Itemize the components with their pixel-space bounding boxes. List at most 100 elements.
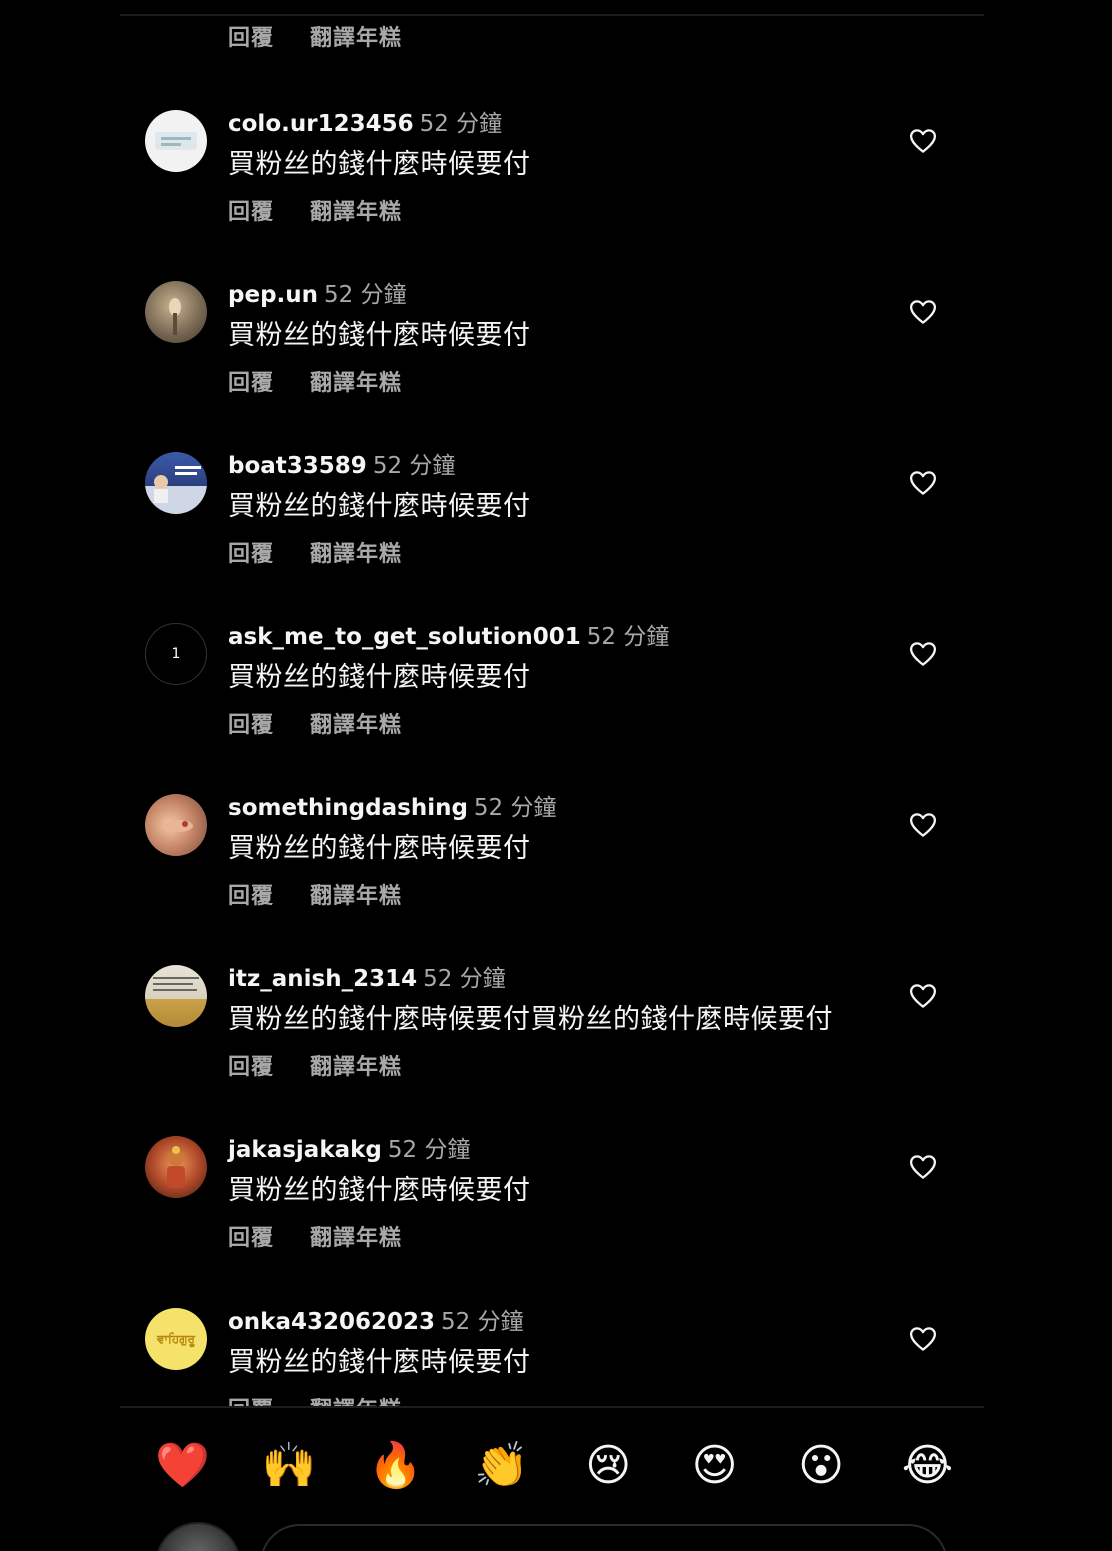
- avatar[interactable]: [145, 110, 207, 172]
- username[interactable]: pep.un: [228, 282, 318, 308]
- comment-item: 1 ask_me_to_get_solution001 52 分鐘 買粉丝的錢什麼…: [0, 623, 1112, 763]
- comment-item: boat33589 52 分鐘 買粉丝的錢什麼時候要付 回覆 翻譯年糕: [0, 452, 1112, 592]
- comment-meta: itz_anish_2314 52 分鐘: [228, 959, 506, 993]
- timestamp: 52 分鐘: [423, 966, 506, 992]
- timestamp: 52 分鐘: [387, 1137, 471, 1163]
- like-heart-icon[interactable]: [908, 810, 938, 840]
- emoji-reaction-bar: ❤️ 🙌 🔥 👏 😢 😍 😮 😂: [130, 1436, 980, 1496]
- avatar[interactable]: [145, 965, 207, 1027]
- comment-actions: 回覆 翻譯年糕: [228, 1049, 402, 1081]
- top-divider: [120, 14, 984, 16]
- translate-button[interactable]: 翻譯年糕: [310, 878, 402, 910]
- clapping-hands-emoji-button[interactable]: 👏: [449, 1436, 554, 1496]
- comment-meta: jakasjakakg 52 分鐘: [228, 1130, 470, 1164]
- avatar[interactable]: [145, 794, 207, 856]
- comment-meta: colo.ur123456 52 分鐘: [228, 104, 502, 138]
- reply-button[interactable]: 回覆: [228, 194, 274, 226]
- username[interactable]: jakasjakakg: [228, 1137, 382, 1163]
- comment-text: 買粉丝的錢什麼時候要付: [228, 662, 531, 693]
- comment-item: pep.un 52 分鐘 買粉丝的錢什麼時候要付 回覆 翻譯年糕: [0, 281, 1112, 421]
- translate-button[interactable]: 翻譯年糕: [310, 20, 402, 52]
- avatar[interactable]: [145, 1136, 207, 1198]
- username[interactable]: somethingdashing: [228, 795, 468, 821]
- comment-actions: 回覆 翻譯年糕: [228, 536, 402, 568]
- comment-text: 買粉丝的錢什麼時候要付: [228, 833, 531, 864]
- current-user-avatar: [155, 1522, 241, 1551]
- translate-button[interactable]: 翻譯年糕: [310, 194, 402, 226]
- heart-eyes-emoji-button[interactable]: 😍: [662, 1436, 767, 1496]
- timestamp: 52 分鐘: [473, 795, 557, 821]
- comments-screen: 回覆 翻譯年糕 colo.ur123456 52 分鐘 買粉丝的錢什麼時候要付 回…: [0, 0, 1112, 1551]
- red-heart-emoji-button[interactable]: ❤️: [130, 1436, 235, 1496]
- comment-actions: 回覆 翻譯年糕: [228, 1220, 402, 1252]
- comment-actions: 回覆 翻譯年糕: [228, 194, 402, 226]
- comment-item: itz_anish_2314 52 分鐘 買粉丝的錢什麼時候要付買粉丝的錢什麼時候…: [0, 965, 1112, 1105]
- username[interactable]: boat33589: [228, 453, 367, 479]
- like-heart-icon[interactable]: [908, 981, 938, 1011]
- comment-actions: 回覆 翻譯年糕: [228, 365, 402, 397]
- comment-item: jakasjakakg 52 分鐘 買粉丝的錢什麼時候要付 回覆 翻譯年糕: [0, 1136, 1112, 1276]
- translate-button[interactable]: 翻譯年糕: [310, 1220, 402, 1252]
- username[interactable]: ask_me_to_get_solution001: [228, 624, 581, 650]
- timestamp: 52 分鐘: [586, 624, 670, 650]
- reply-button[interactable]: 回覆: [228, 707, 274, 739]
- comment-item: somethingdashing 52 分鐘 買粉丝的錢什麼時候要付 回覆 翻譯年…: [0, 794, 1112, 934]
- reply-button[interactable]: 回覆: [228, 365, 274, 397]
- crying-face-emoji-button[interactable]: 😢: [556, 1436, 661, 1496]
- comment-text: 買粉丝的錢什麼時候要付買粉丝的錢什麼時候要付: [228, 1004, 833, 1035]
- avatar[interactable]: 1: [145, 623, 207, 685]
- comment-meta: boat33589 52 分鐘: [228, 446, 455, 480]
- translate-button[interactable]: 翻譯年糕: [310, 536, 402, 568]
- avatar[interactable]: [145, 281, 207, 343]
- username[interactable]: onka432062023: [228, 1309, 435, 1335]
- comment-actions: 回覆 翻譯年糕: [228, 878, 402, 910]
- like-heart-icon[interactable]: [908, 468, 938, 498]
- timestamp: 52 分鐘: [372, 453, 456, 479]
- comment-text: 買粉丝的錢什麼時候要付: [228, 1175, 531, 1206]
- reply-button[interactable]: 回覆: [228, 1392, 274, 1406]
- bottom-divider: [120, 1406, 984, 1408]
- raising-hands-emoji-button[interactable]: 🙌: [236, 1436, 341, 1496]
- like-heart-icon[interactable]: [908, 639, 938, 669]
- avatar-text: 1: [171, 646, 181, 662]
- like-heart-icon[interactable]: [908, 1152, 938, 1182]
- previous-comment-actions: 回覆 翻譯年糕: [228, 20, 402, 52]
- reply-button[interactable]: 回覆: [228, 1049, 274, 1081]
- translate-button[interactable]: 翻譯年糕: [310, 365, 402, 397]
- tears-of-joy-emoji-button[interactable]: 😂: [875, 1436, 980, 1496]
- surprised-face-emoji-button[interactable]: 😮: [769, 1436, 874, 1496]
- comment-actions: 回覆 翻譯年糕: [228, 707, 402, 739]
- translate-button[interactable]: 翻譯年糕: [310, 1392, 402, 1406]
- timestamp: 52 分鐘: [419, 111, 503, 137]
- comment-actions: 回覆 翻譯年糕: [228, 1392, 402, 1406]
- last-comment-clip: ਵਾਹਿਗੁਰੂ onka432062023 52 分鐘 買粉丝的錢什麼時候要付 …: [0, 1290, 1112, 1406]
- comment-meta: pep.un 52 分鐘: [228, 275, 407, 309]
- translate-button[interactable]: 翻譯年糕: [310, 1049, 402, 1081]
- timestamp: 52 分鐘: [324, 282, 407, 308]
- fire-emoji-button[interactable]: 🔥: [343, 1436, 448, 1496]
- comment-meta: somethingdashing 52 分鐘: [228, 788, 557, 822]
- comment-meta: ask_me_to_get_solution001 52 分鐘: [228, 617, 669, 651]
- avatar[interactable]: [145, 452, 207, 514]
- comment-item: colo.ur123456 52 分鐘 買粉丝的錢什麼時候要付 回覆 翻譯年糕: [0, 110, 1112, 250]
- like-heart-icon[interactable]: [908, 126, 938, 156]
- username[interactable]: itz_anish_2314: [228, 966, 417, 992]
- translate-button[interactable]: 翻譯年糕: [310, 707, 402, 739]
- reply-button[interactable]: 回覆: [228, 20, 274, 52]
- comment-item: ਵਾਹਿਗੁਰੂ onka432062023 52 分鐘 買粉丝的錢什麼時候要付 …: [0, 1308, 1112, 1406]
- comment-meta: onka432062023 52 分鐘: [228, 1302, 524, 1336]
- comment-text: 買粉丝的錢什麼時候要付: [228, 320, 531, 351]
- comment-text: 買粉丝的錢什麼時候要付: [228, 1347, 531, 1378]
- avatar[interactable]: ਵਾਹਿਗੁਰੂ: [145, 1308, 207, 1370]
- comment-text: 買粉丝的錢什麼時候要付: [228, 149, 531, 180]
- timestamp: 52 分鐘: [441, 1309, 524, 1335]
- avatar-text: ਵਾਹਿਗੁਰੂ: [157, 1331, 195, 1346]
- like-heart-icon[interactable]: [908, 1324, 938, 1354]
- reply-button[interactable]: 回覆: [228, 1220, 274, 1252]
- like-heart-icon[interactable]: [908, 297, 938, 327]
- reply-button[interactable]: 回覆: [228, 878, 274, 910]
- reply-button[interactable]: 回覆: [228, 536, 274, 568]
- username[interactable]: colo.ur123456: [228, 111, 414, 137]
- comment-input[interactable]: [260, 1524, 948, 1551]
- comment-text: 買粉丝的錢什麼時候要付: [228, 491, 531, 522]
